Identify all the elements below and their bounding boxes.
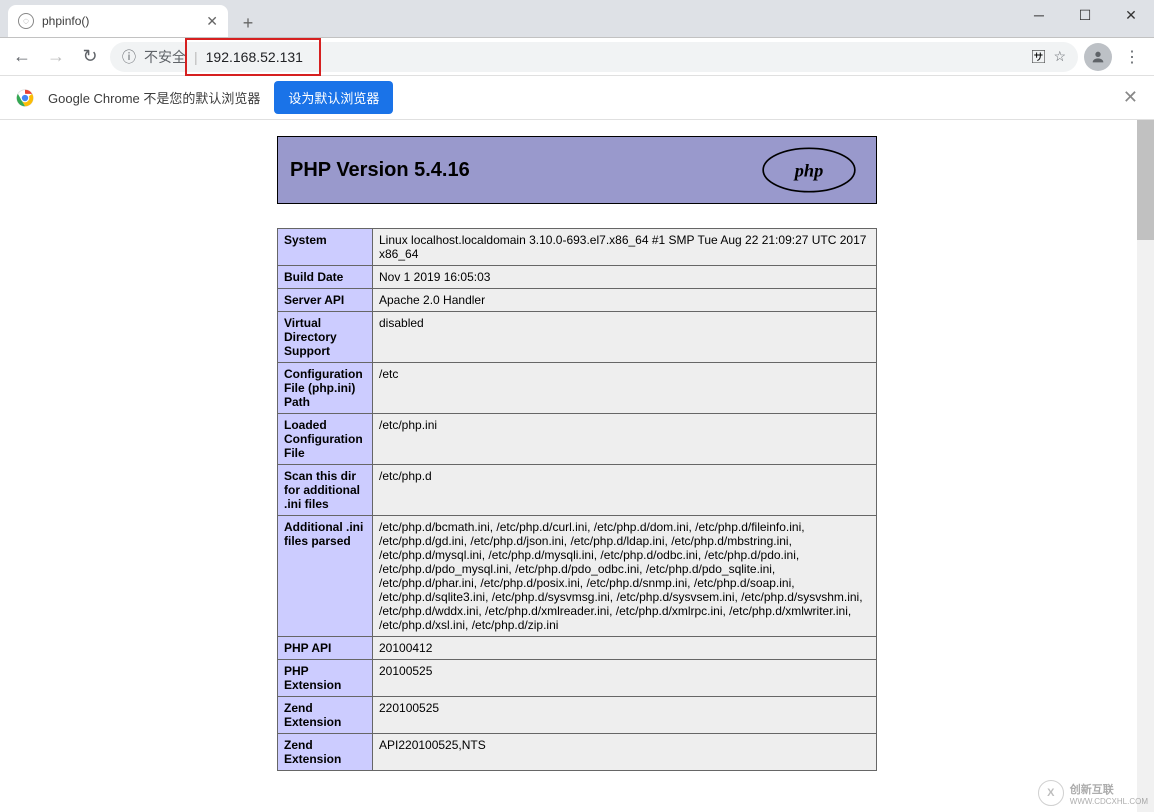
info-key: Virtual Directory Support — [278, 312, 373, 363]
info-key: Zend Extension — [278, 734, 373, 771]
info-key: PHP API — [278, 637, 373, 660]
scrollbar-thumb[interactable] — [1137, 120, 1154, 240]
close-window-button[interactable]: ✕ — [1108, 0, 1154, 30]
url-text: 192.168.52.131 — [206, 49, 303, 65]
watermark-brand: 创新互联 — [1070, 781, 1148, 797]
table-row: Configuration File (php.ini) Path/etc — [278, 363, 877, 414]
toolbar: ← → ↻ ⓘ 不安全 | 192.168.52.131 🈂 ☆ ⋮ — [0, 38, 1154, 76]
infobar-message: Google Chrome 不是您的默认浏览器 — [48, 88, 260, 107]
php-logo-icon: php — [754, 145, 864, 195]
close-tab-icon[interactable]: ✕ — [206, 13, 218, 30]
maximize-button[interactable]: ☐ — [1062, 0, 1108, 30]
scrollbar-track[interactable] — [1137, 120, 1154, 812]
info-value: API220100525,NTS — [373, 734, 877, 771]
page-content: PHP Version 5.4.16 php SystemLinux local… — [0, 120, 1154, 812]
table-row: Virtual Directory Supportdisabled — [278, 312, 877, 363]
info-value: /etc/php.ini — [373, 414, 877, 465]
table-row: PHP Extension20100525 — [278, 660, 877, 697]
info-value: Apache 2.0 Handler — [373, 289, 877, 312]
site-info-icon[interactable]: ⓘ — [122, 47, 136, 67]
watermark: X 创新互联 WWW.CDCXHL.COM — [1038, 780, 1148, 806]
info-key: PHP Extension — [278, 660, 373, 697]
menu-button[interactable]: ⋮ — [1118, 43, 1146, 71]
browser-tab[interactable]: ◌ phpinfo() ✕ — [8, 5, 228, 37]
address-bar[interactable]: ⓘ 不安全 | 192.168.52.131 🈂 ☆ — [110, 42, 1078, 72]
info-value: /etc — [373, 363, 877, 414]
info-key: Server API — [278, 289, 373, 312]
watermark-sub: WWW.CDCXHL.COM — [1070, 797, 1148, 806]
set-default-button[interactable]: 设为默认浏览器 — [274, 81, 393, 114]
translate-icon[interactable]: 🈂 — [1031, 47, 1045, 67]
info-value: 20100525 — [373, 660, 877, 697]
table-row: Build DateNov 1 2019 16:05:03 — [278, 266, 877, 289]
minimize-button[interactable]: ─ — [1016, 0, 1062, 30]
svg-text:php: php — [793, 161, 824, 181]
table-row: Zend ExtensionAPI220100525,NTS — [278, 734, 877, 771]
info-key: Zend Extension — [278, 697, 373, 734]
info-value: 20100412 — [373, 637, 877, 660]
close-infobar-icon[interactable]: ✕ — [1123, 87, 1138, 108]
table-row: PHP API20100412 — [278, 637, 877, 660]
profile-avatar[interactable] — [1084, 43, 1112, 71]
table-row: Scan this dir for additional .ini files/… — [278, 465, 877, 516]
info-key: System — [278, 229, 373, 266]
table-row: Loaded Configuration File/etc/php.ini — [278, 414, 877, 465]
info-key: Additional .ini files parsed — [278, 516, 373, 637]
default-browser-infobar: Google Chrome 不是您的默认浏览器 设为默认浏览器 ✕ — [0, 76, 1154, 120]
new-tab-button[interactable]: + — [234, 9, 262, 37]
back-button[interactable]: ← — [8, 43, 36, 71]
info-key: Scan this dir for additional .ini files — [278, 465, 373, 516]
info-key: Configuration File (php.ini) Path — [278, 363, 373, 414]
tab-title: phpinfo() — [42, 14, 198, 28]
reload-button[interactable]: ↻ — [76, 43, 104, 71]
tab-bar: ◌ phpinfo() ✕ + — [0, 0, 1154, 38]
info-value: 220100525 — [373, 697, 877, 734]
php-version-header: PHP Version 5.4.16 php — [277, 136, 877, 204]
insecure-label: 不安全 — [144, 47, 186, 67]
info-value: Linux localhost.localdomain 3.10.0-693.e… — [373, 229, 877, 266]
info-key: Build Date — [278, 266, 373, 289]
table-row: Server APIApache 2.0 Handler — [278, 289, 877, 312]
phpinfo-table: SystemLinux localhost.localdomain 3.10.0… — [277, 228, 877, 771]
info-value: disabled — [373, 312, 877, 363]
info-value: /etc/php.d — [373, 465, 877, 516]
globe-icon: ◌ — [18, 13, 34, 29]
watermark-logo: X — [1038, 780, 1064, 806]
info-value: /etc/php.d/bcmath.ini, /etc/php.d/curl.i… — [373, 516, 877, 637]
php-version-title: PHP Version 5.4.16 — [290, 159, 470, 182]
table-row: Additional .ini files parsed/etc/php.d/b… — [278, 516, 877, 637]
info-key: Loaded Configuration File — [278, 414, 373, 465]
table-row: SystemLinux localhost.localdomain 3.10.0… — [278, 229, 877, 266]
table-row: Zend Extension220100525 — [278, 697, 877, 734]
chrome-icon — [16, 89, 34, 107]
info-value: Nov 1 2019 16:05:03 — [373, 266, 877, 289]
forward-button[interactable]: → — [42, 43, 70, 71]
bookmark-icon[interactable]: ☆ — [1053, 48, 1066, 65]
